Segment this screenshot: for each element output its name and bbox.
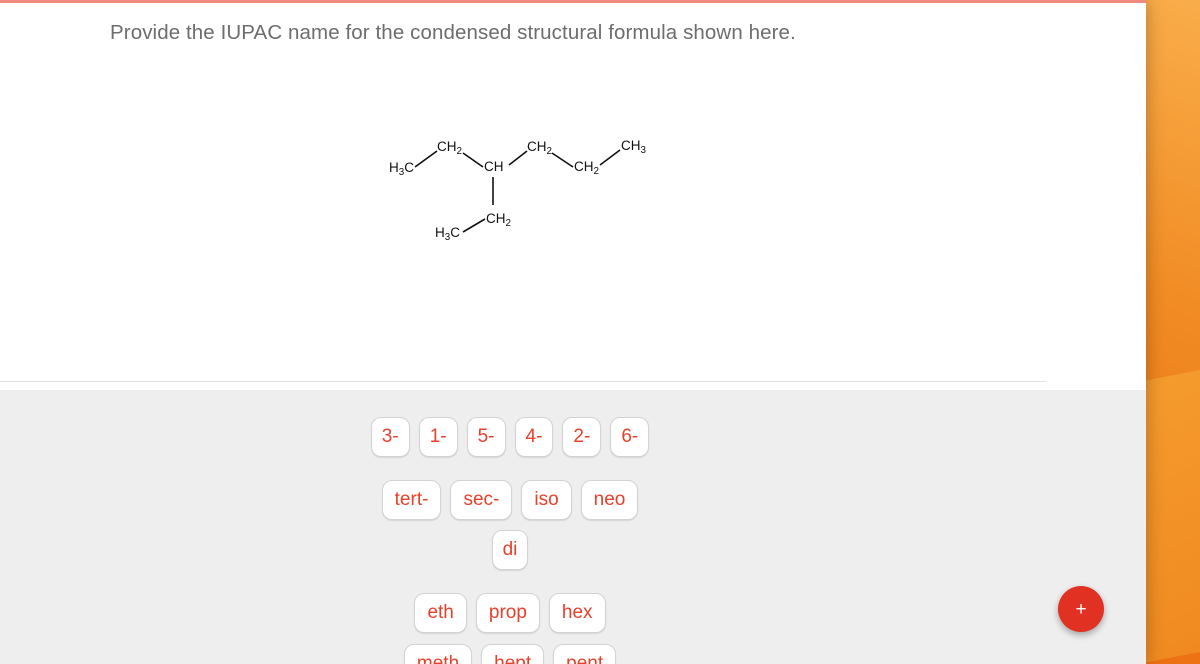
answer-chip-tert[interactable]: tert- <box>381 480 442 520</box>
token-row-prefixes: tert-sec-iso neo <box>0 480 1020 520</box>
molecule-atom-labels: H3C CH2 CH CH2 CH2 CH3 CH2 H3C <box>389 138 647 243</box>
atom-sub-branch-ch2: 2 <box>506 218 511 229</box>
bond-branch-ch2-to-methyl <box>462 218 486 233</box>
token-row-stems-secondary: meth hept pent <box>0 644 1020 664</box>
token-row-locants: 3- 1- 5- 4- 2- 6- <box>0 417 1020 457</box>
app-window: Provide the IUPAC name for the condensed… <box>0 0 1146 664</box>
answer-chip-6[interactable]: 6- <box>610 417 650 457</box>
atom-sub-ch2-c: 2 <box>594 166 599 177</box>
molecule-structural-formula: H3C CH2 CH CH2 CH2 CH3 CH2 H3C <box>385 131 655 249</box>
answer-chip-hept[interactable]: hept <box>481 644 545 664</box>
question-prompt: Provide the IUPAC name for the condensed… <box>110 21 796 44</box>
answer-chip-meth[interactable]: meth <box>403 644 473 664</box>
add-fab-button[interactable]: + <box>1058 586 1104 632</box>
bond-ch2c-to-ch3 <box>599 149 621 166</box>
answer-chip-hex[interactable]: hex <box>548 593 606 633</box>
atom-sub-ch3-right: 3 <box>641 145 647 156</box>
question-panel: Provide the IUPAC name for the condensed… <box>0 3 1146 388</box>
panel-divider <box>0 381 1046 382</box>
atom-label-ch3-right: CH3 <box>621 138 647 156</box>
answer-chip-prop[interactable]: prop <box>475 593 540 633</box>
atom-label-ch2-c: CH2 <box>574 159 599 177</box>
answer-chip-2[interactable]: 2- <box>562 417 602 457</box>
atom-label-ch-center: CH <box>484 159 504 174</box>
atom-label-branch-ch2: CH2 <box>486 211 511 229</box>
answer-chip-4[interactable]: 4- <box>514 417 554 457</box>
atom-label-branch-methyl: H3C <box>435 225 460 243</box>
atom-label-ch2-a: CH2 <box>437 139 462 157</box>
answer-chip-di[interactable]: di <box>491 530 529 570</box>
answer-chip-5[interactable]: 5- <box>466 417 506 457</box>
answer-chip-1[interactable]: 1- <box>418 417 458 457</box>
answer-chip-neo[interactable]: neo <box>580 480 639 520</box>
wallpaper-facet-lower <box>1138 369 1200 664</box>
atom-label-ch2-b: CH2 <box>527 139 552 157</box>
atom-label-left-methyl: H3C <box>389 160 414 178</box>
answer-chip-iso[interactable]: iso <box>521 480 572 520</box>
answer-chip-sec[interactable]: sec- <box>450 480 513 520</box>
bond-methyl-to-ch2a <box>414 150 438 168</box>
bond-ch2a-to-ch <box>462 152 484 168</box>
atom-sub-ch2-a: 2 <box>457 146 462 157</box>
bond-ch2b-to-ch2c <box>551 152 574 168</box>
token-row-stems-primary: eth prop hex <box>0 593 1020 633</box>
bond-ch-to-ch2b <box>508 150 528 166</box>
answer-chip-eth[interactable]: eth <box>414 593 467 633</box>
atom-sub-ch2-b: 2 <box>547 146 552 157</box>
answer-chip-3[interactable]: 3- <box>370 417 410 457</box>
plus-icon: + <box>1075 598 1087 620</box>
token-row-multipliers: di <box>0 530 1020 570</box>
answer-token-tray: 3- 1- 5- 4- 2- 6- tert-sec-iso neo di eth prop h… <box>0 390 1146 664</box>
answer-chip-pent[interactable]: pent <box>553 644 617 664</box>
